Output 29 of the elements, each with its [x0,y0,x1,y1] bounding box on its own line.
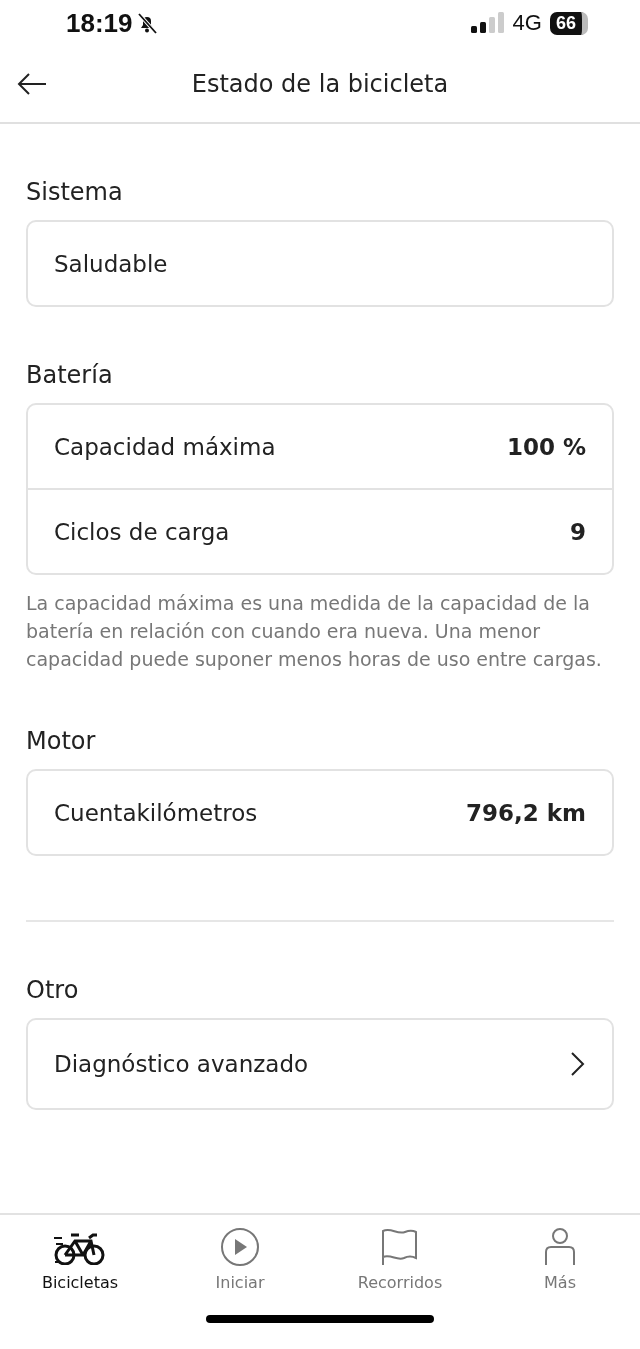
section-title: Sistema [26,178,124,206]
row-label: Ciclos de carga [54,518,230,545]
flag-icon [380,1227,420,1267]
section-title: Batería [26,361,114,389]
row-label: Cuentakilómetros [54,799,258,826]
chevron-right-icon [570,1051,586,1077]
network-label: 4G [512,10,542,36]
section-title: Motor [26,727,97,755]
screen-title: Estado de la bicicleta [191,70,449,98]
row-value: 796,2 km [465,799,586,826]
help-text: La capacidad máxima es una medida de la capacidad de la batería en relación con cuando era nueva. Una menor capacidad puede suponer menos horas de uso entre cargas. [26,591,603,672]
tab-item[interactable]: Recorridos [320,1215,480,1311]
row-value: 100 % [506,433,586,460]
tab-item[interactable]: Iniciar [160,1215,320,1311]
row-label: Saludable [54,250,168,277]
tab-item[interactable]: Bicicletas [0,1215,160,1311]
row-label: Diagnóstico avanzado [54,1051,309,1077]
tab-item[interactable]: Más [480,1215,640,1311]
person-icon [544,1227,576,1267]
row-label: Capacidad máxima [54,433,276,460]
back-arrow-icon [16,72,48,96]
status-time: 18:19 [66,7,133,39]
row-value: 9 [570,518,586,545]
signal-icon [470,12,505,34]
list-item[interactable]: Diagnóstico avanzado [28,1020,612,1108]
play-icon [220,1227,260,1267]
battery-indicator: 66 [549,11,588,35]
back-button[interactable] [16,72,48,96]
section-title: Otro [26,976,80,1004]
